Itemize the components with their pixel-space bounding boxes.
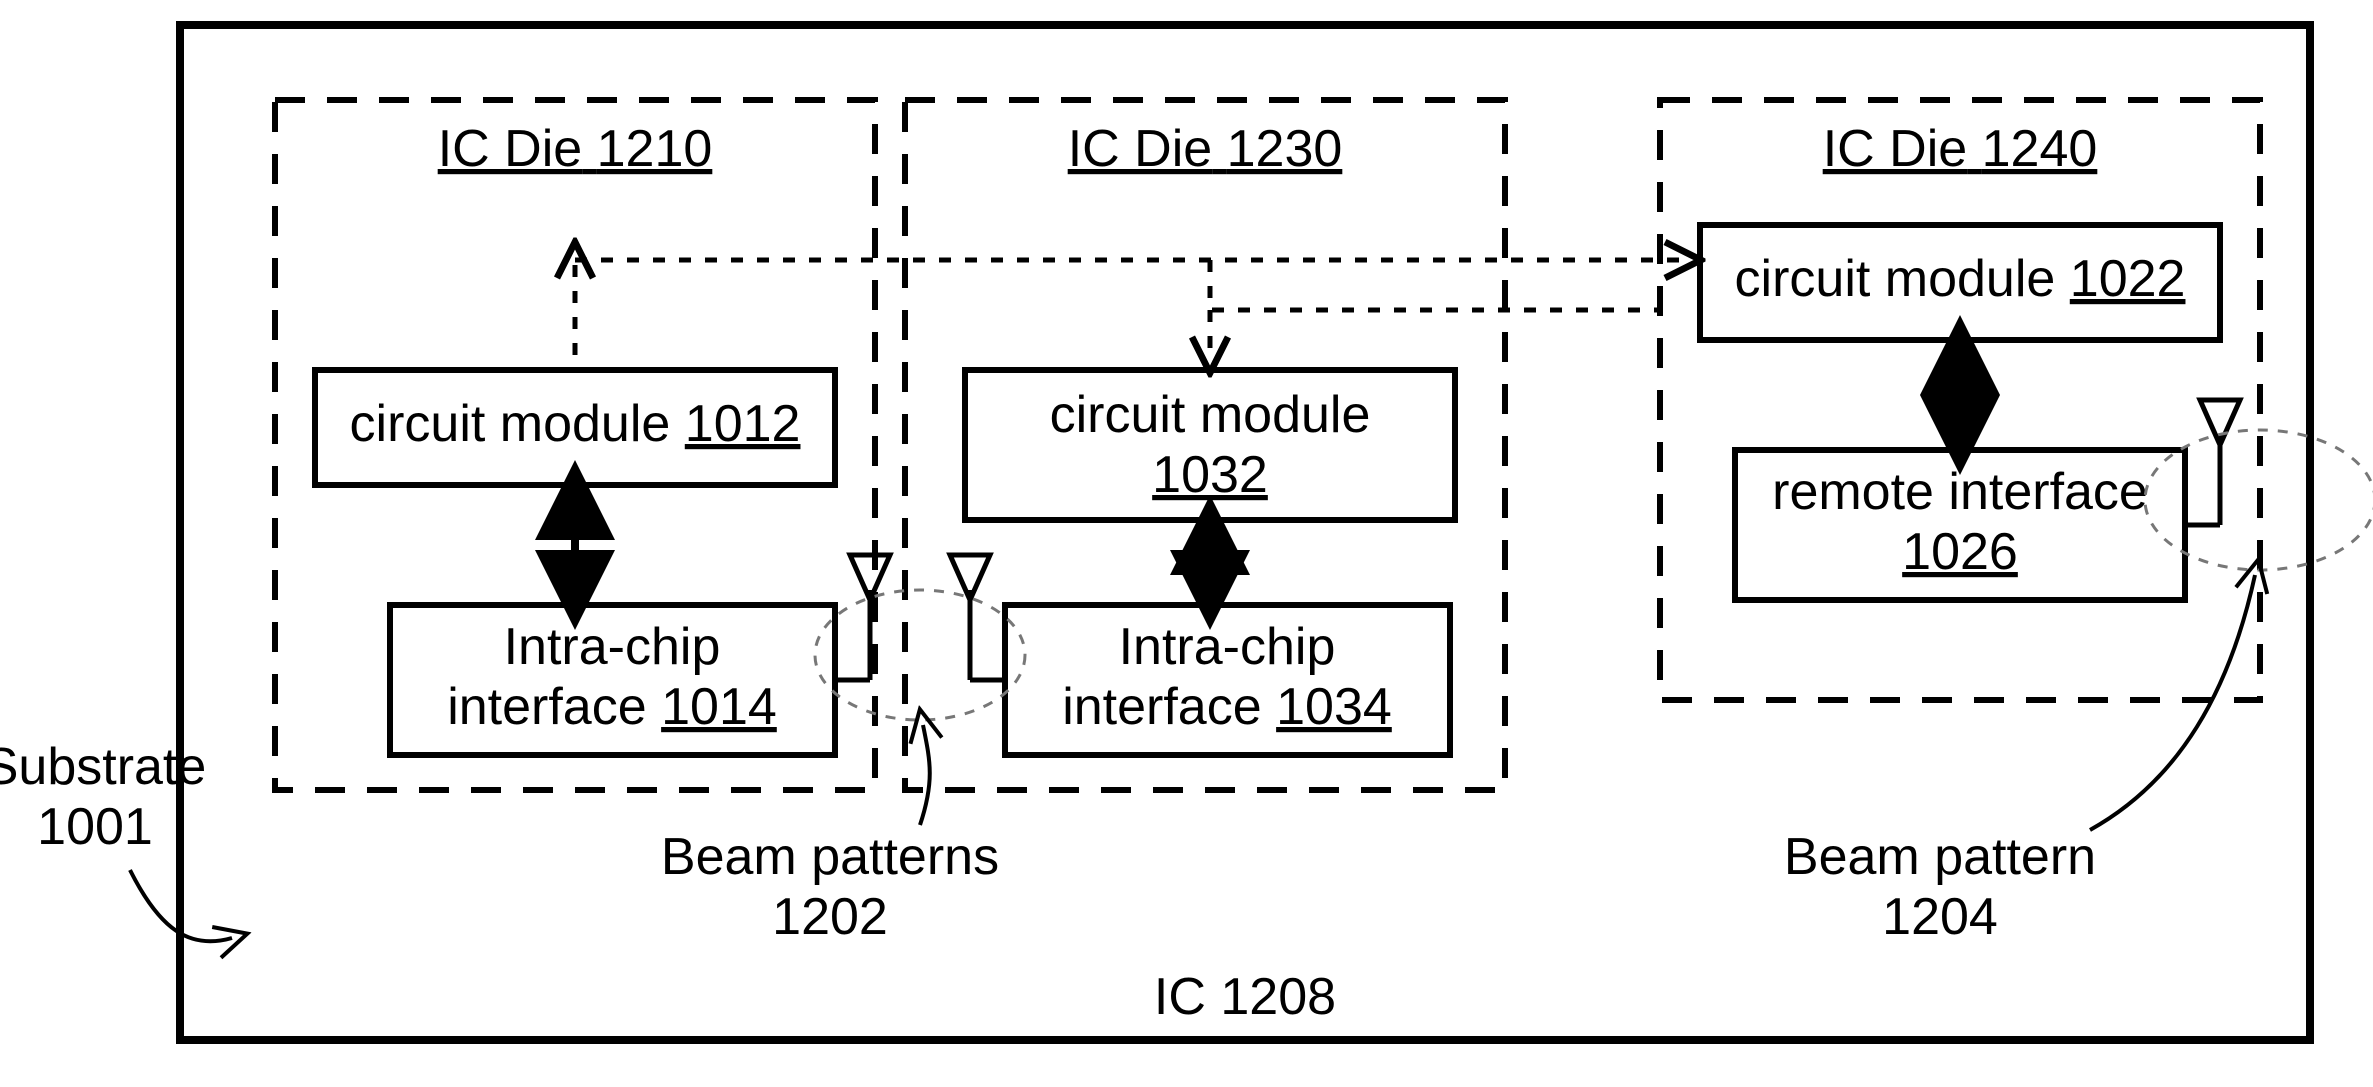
- svg-text:IC Die 1240: IC Die 1240: [1823, 120, 2098, 178]
- ic-label: IC 1208: [1154, 968, 1336, 1026]
- die3-if-label: remote interface: [1772, 463, 2148, 521]
- die1-title-prefix: IC Die: [438, 120, 582, 178]
- die3-circuit-label: circuit module: [1735, 250, 2056, 308]
- dashed-routing: [575, 260, 1683, 355]
- die2-if-line1: Intra-chip: [1119, 618, 1336, 676]
- die1-title-num: 1210: [597, 120, 713, 178]
- antenna-1014: [835, 555, 890, 680]
- ic-die-1210: IC Die 1210 circuit module 1012 Intra-ch…: [275, 100, 890, 790]
- ic-die-1240: IC Die 1240 circuit module 1022 remote i…: [1660, 100, 2260, 700]
- svg-text:1032: 1032: [1152, 446, 1268, 504]
- svg-text:circuit module 1022: circuit module 1022: [1735, 250, 2186, 308]
- die2-if-num: 1034: [1276, 678, 1392, 736]
- svg-text:interface 1014: interface 1014: [447, 678, 777, 736]
- ic-label-text: IC: [1154, 968, 1206, 1026]
- die2-circuit-num: 1032: [1152, 446, 1268, 504]
- substrate-label: Substrate: [0, 738, 206, 796]
- svg-text:circuit module: circuit module: [1050, 386, 1371, 444]
- die3-circuit-num: 1022: [2070, 250, 2186, 308]
- die1-if-line1: Intra-chip: [504, 618, 721, 676]
- die2-title-prefix: IC Die: [1068, 120, 1212, 178]
- beam-1204-label: Beam pattern: [1784, 828, 2096, 886]
- antenna-1026: [2185, 400, 2240, 525]
- beam-1202-number: 1202: [772, 888, 888, 946]
- beam-1202-label: Beam patterns: [661, 828, 999, 886]
- antenna-1034: [950, 555, 1005, 680]
- svg-text:remote interface: remote interface: [1772, 463, 2148, 521]
- die1-if-line2-label: interface: [447, 678, 646, 736]
- svg-text:Intra-chip: Intra-chip: [1119, 618, 1336, 676]
- svg-text:1026: 1026: [1902, 523, 2018, 581]
- svg-text:IC Die 1210: IC Die 1210: [438, 120, 713, 178]
- ic-die-1230: IC Die 1230 circuit module 1032 Intra-ch…: [905, 100, 1505, 790]
- die3-if-num: 1026: [1902, 523, 2018, 581]
- beam-1204-leader: [2090, 575, 2255, 830]
- beam-1204-number: 1204: [1882, 888, 1998, 946]
- die1-circuit-num: 1012: [685, 395, 801, 453]
- die2-title-num: 1230: [1227, 120, 1343, 178]
- substrate-number: 1001: [37, 798, 153, 856]
- die2-circuit-label: circuit module: [1050, 386, 1371, 444]
- svg-text:circuit module 1012: circuit module 1012: [350, 395, 801, 453]
- die1-circuit-label: circuit module: [350, 395, 671, 453]
- svg-text:IC Die 1230: IC Die 1230: [1068, 120, 1343, 178]
- svg-text:Intra-chip: Intra-chip: [504, 618, 721, 676]
- beam-1202-leader: [920, 725, 930, 825]
- svg-text:interface 1034: interface 1034: [1062, 678, 1392, 736]
- die1-if-num: 1014: [661, 678, 777, 736]
- die3-title-num: 1240: [1982, 120, 2098, 178]
- die3-title-prefix: IC Die: [1823, 120, 1967, 178]
- beam-pattern-1202-ellipse: [815, 590, 1025, 720]
- die2-if-line2-label: interface: [1062, 678, 1261, 736]
- ic-label-num: 1208: [1220, 968, 1336, 1026]
